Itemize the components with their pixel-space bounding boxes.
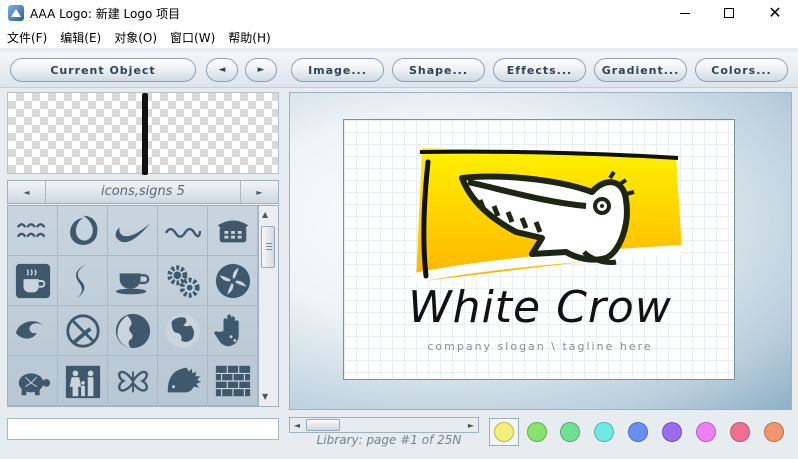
title-bar: AAA Logo: 新建 Logo 项目 ✕ — [0, 0, 798, 26]
menu-window[interactable]: 窗口(W) — [163, 26, 221, 48]
library-item[interactable] — [158, 256, 208, 306]
shape-button[interactable]: Shape... — [392, 58, 485, 82]
library-item[interactable] — [158, 206, 208, 256]
colors-button[interactable]: Colors... — [695, 58, 788, 82]
world-map-icon — [165, 313, 200, 348]
pinwheel-icon — [215, 263, 250, 298]
scroll-down-icon[interactable]: ▼ — [262, 392, 268, 401]
current-object-button[interactable]: Current Object — [10, 58, 196, 82]
library-page-status: Library: page #1 of 25N — [316, 433, 462, 447]
no-smoking-icon — [65, 313, 100, 348]
gradient-button[interactable]: Gradient... — [594, 58, 687, 82]
cup-saucer-icon — [115, 272, 149, 294]
maximize-button[interactable] — [706, 0, 752, 26]
swirl-ring-icon — [69, 215, 97, 245]
library-item[interactable] — [8, 256, 58, 306]
maximize-icon — [724, 8, 734, 18]
telephone-icon — [217, 220, 248, 242]
minimize-button[interactable] — [662, 0, 708, 26]
color-swatch-green[interactable] — [527, 422, 547, 442]
library-item[interactable] — [208, 206, 258, 256]
library-item[interactable] — [58, 256, 108, 306]
scroll-thumb[interactable] — [261, 226, 275, 268]
library-item[interactable] — [58, 306, 108, 356]
menu-help[interactable]: 帮助(H) — [221, 26, 276, 48]
turtle-icon — [18, 372, 50, 395]
library-scrollbar[interactable]: ▲ ▼ — [259, 205, 279, 407]
hand-print-icon — [213, 313, 239, 346]
color-swatch-mint[interactable] — [560, 422, 580, 442]
object-text-input[interactable] — [7, 418, 279, 440]
library-item[interactable] — [58, 356, 108, 406]
close-icon: ✕ — [768, 3, 782, 22]
library-item[interactable] — [108, 206, 158, 256]
preview-stroke-shape — [142, 93, 148, 175]
library-item[interactable] — [208, 256, 258, 306]
butterfly-icon — [117, 370, 148, 392]
close-button[interactable]: ✕ — [752, 0, 798, 26]
crow-logo-icon[interactable] — [344, 120, 736, 290]
color-swatch-purple[interactable] — [662, 422, 682, 442]
slider-left-icon[interactable]: ◄ — [290, 418, 304, 432]
logo-slogan-text[interactable]: company slogan \ tagline here — [344, 340, 736, 353]
gears-icon — [166, 264, 200, 298]
icon-library-grid — [7, 205, 259, 407]
s-curve-icon — [75, 263, 87, 298]
library-item[interactable] — [8, 306, 58, 356]
image-button[interactable]: Image... — [291, 58, 384, 82]
library-item[interactable] — [108, 256, 158, 306]
prev-object-button[interactable]: ◄ — [206, 58, 238, 82]
swoosh-icon — [115, 222, 150, 242]
wave-pattern-icon — [16, 222, 45, 237]
slider-right-icon[interactable]: ► — [464, 418, 478, 432]
library-page-slider[interactable]: ◄ ► — [289, 417, 479, 433]
family-icon — [65, 365, 100, 398]
coffee-cup-icon — [15, 263, 50, 298]
menu-edit[interactable]: 编辑(E) — [53, 26, 107, 48]
effects-button[interactable]: Effects... — [493, 58, 586, 82]
scroll-up-icon[interactable]: ▲ — [262, 210, 268, 219]
library-item[interactable] — [108, 306, 158, 356]
library-item[interactable] — [208, 306, 258, 356]
library-nav: ◄ icons,signs 5 ► — [7, 180, 279, 204]
menu-bar: 文件(F) 编辑(E) 对象(O) 窗口(W) 帮助(H) — [0, 26, 798, 48]
minimize-icon — [680, 12, 690, 14]
slider-thumb[interactable] — [306, 419, 340, 431]
toolbar: Current Object ◄ ► Image... Shape... Eff… — [0, 52, 798, 88]
color-swatch-magenta[interactable] — [696, 422, 716, 442]
logo-canvas[interactable]: White Crow company slogan \ tagline here — [343, 119, 735, 380]
library-item[interactable] — [58, 206, 108, 256]
color-swatch-yellow[interactable] — [494, 422, 514, 442]
library-item[interactable] — [8, 206, 58, 256]
library-prev-button[interactable]: ◄ — [8, 181, 46, 203]
app-logo-icon — [8, 5, 24, 21]
library-item[interactable] — [158, 356, 208, 406]
library-item[interactable] — [208, 356, 258, 406]
next-object-button[interactable]: ► — [245, 58, 277, 82]
color-swatch-cyan[interactable] — [594, 422, 614, 442]
menu-object[interactable]: 对象(O) — [107, 26, 163, 48]
menu-file[interactable]: 文件(F) — [0, 26, 53, 48]
library-next-button[interactable]: ► — [240, 181, 278, 203]
color-swatch-orange[interactable] — [764, 422, 784, 442]
library-item[interactable] — [108, 356, 158, 406]
logo-title-text[interactable]: White Crow — [344, 282, 736, 333]
object-preview — [7, 92, 279, 175]
color-swatch-blue[interactable] — [628, 422, 648, 442]
library-item[interactable] — [158, 306, 208, 356]
squiggle-icon — [164, 227, 201, 238]
library-item[interactable] — [8, 356, 58, 406]
library-title: icons,signs 5 — [101, 184, 185, 199]
globe-profile-icon — [115, 313, 150, 348]
hedgehog-icon — [167, 367, 201, 392]
window-title: AAA Logo: 新建 Logo 项目 — [30, 7, 181, 21]
wave-curl-icon — [15, 320, 44, 339]
brick-wall-icon — [215, 365, 250, 396]
color-swatch-pink[interactable] — [730, 422, 750, 442]
